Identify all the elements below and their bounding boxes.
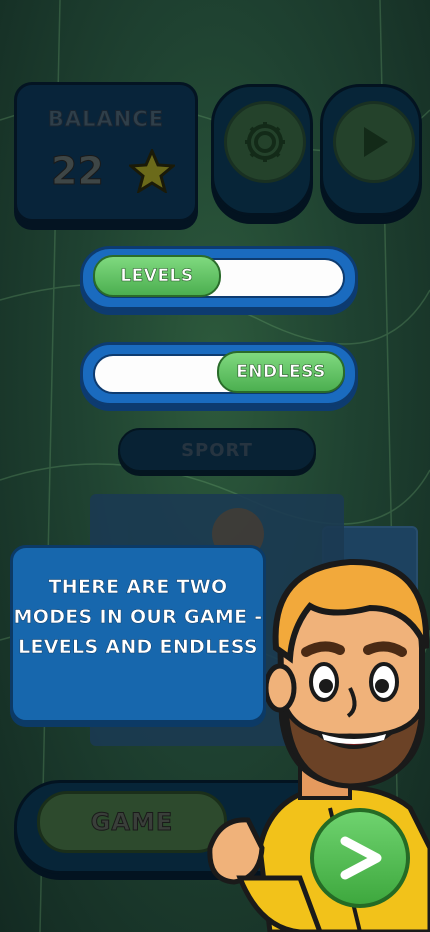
balance-card: BALANCE 22 <box>14 82 198 222</box>
tutorial-tooltip: THERE ARE TWO MODES IN OUR GAME - LEVELS… <box>10 545 266 723</box>
balance-label: BALANCE <box>47 107 165 132</box>
sport-button[interactable]: SPORT <box>118 428 316 472</box>
tooltip-text: THERE ARE TWO MODES IN OUR GAME - LEVELS… <box>13 576 263 659</box>
levels-toggle-knob[interactable]: LEVELS <box>93 255 221 297</box>
play-button[interactable] <box>320 84 422 216</box>
chevron-right-icon <box>340 836 382 880</box>
balance-value: 22 <box>51 149 105 194</box>
endless-toggle-knob[interactable]: ENDLESS <box>217 351 345 393</box>
levels-toggle[interactable]: LEVELS <box>80 246 358 310</box>
star-icon <box>129 149 175 193</box>
game-button[interactable]: GAME <box>37 791 227 853</box>
next-button[interactable] <box>310 808 410 908</box>
play-icon <box>364 127 388 157</box>
settings-button[interactable] <box>211 84 313 216</box>
endless-toggle[interactable]: ENDLESS <box>80 342 358 406</box>
gear-icon <box>245 122 285 162</box>
